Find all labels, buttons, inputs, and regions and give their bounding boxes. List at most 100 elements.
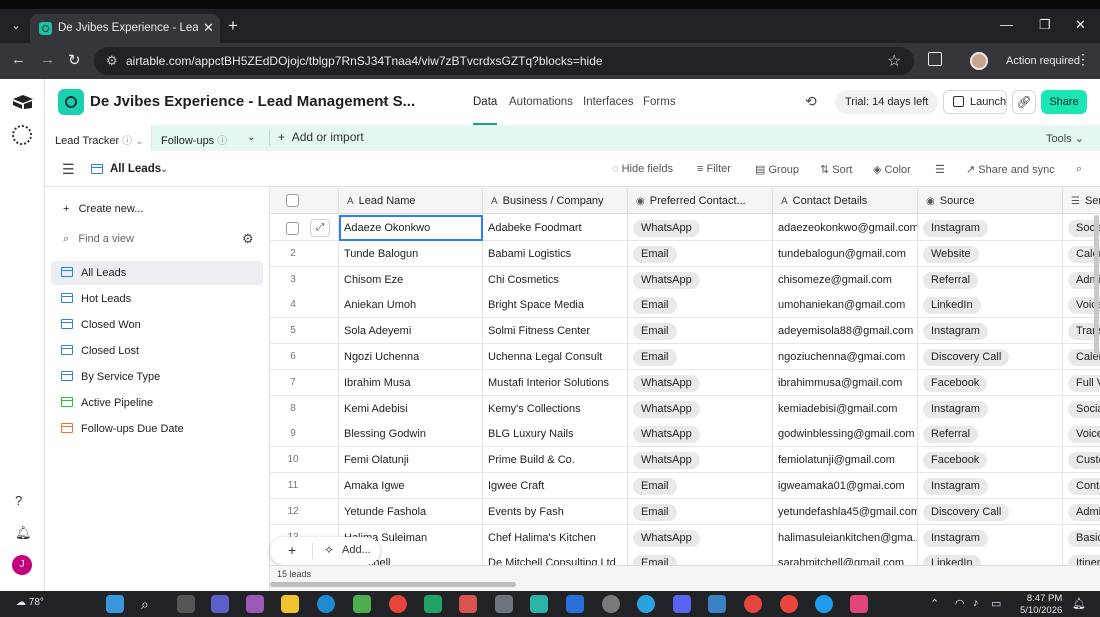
add-record-icon[interactable]: +	[288, 542, 296, 558]
column-header-business[interactable]: A Business / Company	[483, 187, 628, 214]
table-row[interactable]: 6 Ngozi Uchenna Uchenna Legal Consult Email…	[270, 344, 1100, 370]
profile-avatar[interactable]	[970, 52, 988, 70]
preferred-contact-cell[interactable]: WhatsApp	[628, 421, 773, 448]
contact-details-cell[interactable]: chisomeze@gmail.com	[773, 266, 918, 293]
forward-icon[interactable]: →	[40, 51, 55, 68]
info-icon[interactable]: ⓘ	[217, 136, 227, 147]
source-cell[interactable]: Discovery Call	[918, 498, 1063, 525]
horizontal-scrollbar[interactable]	[270, 582, 516, 587]
tab-lead-tracker[interactable]: Lead Tracker ⓘ ⌄	[45, 125, 152, 152]
sidebar-item-follow-ups-due-date[interactable]: Follow-ups Due Date	[51, 417, 263, 441]
info-icon[interactable]: ⓘ	[122, 136, 132, 147]
row-number-cell[interactable]: ⤢	[270, 215, 339, 241]
business-cell[interactable]: BLG Luxury Nails	[483, 421, 628, 448]
source-cell[interactable]: Facebook	[918, 447, 1063, 474]
tables-chevron-down-icon[interactable]: ⌄	[247, 132, 255, 143]
business-cell[interactable]: Bright Space Media	[483, 292, 628, 319]
table-row[interactable]: 9 Blessing Godwin BLG Luxury Nails WhatsApp…	[270, 421, 1100, 448]
table-row[interactable]: 8 Kemi Adebisi Kemy's Collections WhatsApp k…	[270, 395, 1100, 422]
notifications-bell-icon[interactable]: 🔔︎	[15, 525, 32, 541]
business-cell[interactable]: Chi Cosmetics	[483, 266, 628, 293]
lead-name-cell[interactable]: Aniekan Umoh	[339, 292, 483, 319]
search-icon[interactable]: ⌕	[1076, 163, 1082, 176]
launch-button[interactable]: Launch	[943, 90, 1007, 114]
start-menu-icon[interactable]	[106, 595, 124, 613]
service-cell[interactable]: Social	[1063, 396, 1100, 422]
row-number-cell[interactable]: 7	[270, 369, 339, 396]
row-number-cell[interactable]: 11	[270, 473, 339, 499]
preferred-contact-cell[interactable]: WhatsApp	[628, 215, 773, 241]
chevron-down-icon[interactable]: ⌄	[379, 93, 388, 106]
lead-name-cell[interactable]: Ibrahim Musa	[339, 369, 483, 396]
preferred-contact-cell[interactable]: WhatsApp	[628, 447, 773, 474]
source-cell[interactable]: LinkedIn	[918, 292, 1063, 319]
telegram-icon[interactable]	[637, 595, 655, 613]
close-tab-icon[interactable]: ✕	[203, 20, 214, 36]
chrome-icon[interactable]	[389, 595, 407, 613]
lead-name-cell[interactable]: Sola Adeyemi	[339, 318, 483, 345]
source-cell[interactable]: Discovery Call	[918, 344, 1063, 370]
tab-follow-ups[interactable]: Follow-ups ⓘ	[161, 132, 227, 147]
row-checkbox[interactable]	[286, 222, 299, 235]
source-cell[interactable]: Website	[918, 240, 1063, 267]
table-row[interactable]: 4 Aniekan Umoh Bright Space Media Email umoh…	[270, 292, 1100, 319]
chevron-down-icon[interactable]: ⌄	[135, 136, 143, 147]
nav-forms[interactable]: Forms	[643, 96, 676, 108]
view-name[interactable]: All Leads	[110, 163, 161, 175]
create-new-view-button[interactable]: + Create new...	[63, 203, 143, 215]
preferred-contact-cell[interactable]: Email	[628, 498, 773, 525]
select-all-checkbox[interactable]	[286, 194, 299, 207]
service-cell[interactable]: Basic	[1063, 525, 1100, 551]
browser-menu-icon[interactable]: ⋮	[1076, 51, 1090, 68]
source-cell[interactable]: Referral	[918, 266, 1063, 293]
contact-details-cell[interactable]: yetundefashla45@gmail.com	[773, 498, 918, 525]
lead-name-cell[interactable]: Femi Olatunji	[339, 447, 483, 474]
contact-details-cell[interactable]: umohaniekan@gmail.com	[773, 292, 918, 319]
source-cell[interactable]: Instagram	[918, 215, 1063, 241]
share-and-sync-button[interactable]: ↗ Share and sync	[966, 163, 1055, 176]
row-number-cell[interactable]: 2	[270, 240, 339, 267]
connect-icon[interactable]	[708, 595, 726, 613]
business-cell[interactable]: Prime Build & Co.	[483, 447, 628, 474]
discord-icon[interactable]	[673, 595, 691, 613]
toggle-sidebar-icon[interactable]: ☰	[62, 161, 75, 178]
table-row[interactable]: 12 Yetunde Fashola Events by Fash Email yetu…	[270, 498, 1100, 525]
table-row[interactable]: ⤢ Adaeze Okonkwo Adabeke Foodmart WhatsApp a…	[270, 215, 1100, 241]
group-button[interactable]: ▤ Group	[755, 163, 799, 176]
contact-details-cell[interactable]: tundebalogun@gmail.com	[773, 240, 918, 267]
active-app-icon[interactable]	[850, 595, 868, 613]
row-number-cell[interactable]: 12	[270, 498, 339, 525]
lead-name-cell[interactable]: Adaeze Okonkwo	[339, 215, 483, 241]
contact-details-cell[interactable]: godwinblessing@gmail.com	[773, 421, 918, 448]
edge-icon[interactable]	[317, 595, 335, 613]
table-row[interactable]: 5 Sola Adeyemi Solmi Fitness Center Email ad…	[270, 318, 1100, 345]
add-or-import-button[interactable]: + Add or import	[278, 130, 364, 144]
settings-gear-icon[interactable]	[602, 595, 620, 613]
tab-search-icon[interactable]: ⌄	[6, 16, 26, 36]
sidebar-item-closed-won[interactable]: Closed Won	[51, 313, 263, 337]
source-cell[interactable]: Instagram	[918, 318, 1063, 345]
snipping-tool-icon[interactable]	[459, 595, 477, 613]
source-cell[interactable]: Facebook	[918, 369, 1063, 396]
source-cell[interactable]: Instagram	[918, 473, 1063, 499]
row-number-cell[interactable]: 9	[270, 421, 339, 448]
reload-icon[interactable]: ↻	[68, 51, 81, 69]
contact-details-cell[interactable]: igweamaka01@gmai.com	[773, 473, 918, 499]
business-cell[interactable]: Events by Fash	[483, 498, 628, 525]
business-cell[interactable]: Uchenna Legal Consult	[483, 344, 628, 370]
lead-name-cell[interactable]: Kemi Adebisi	[339, 395, 483, 422]
lead-name-cell[interactable]: Ngozi Uchenna	[339, 344, 483, 370]
sort-button[interactable]: ⇅ Sort	[820, 163, 852, 176]
store-icon[interactable]	[353, 595, 371, 613]
row-number-cell[interactable]: 5	[270, 318, 339, 345]
chrome-profile-icon[interactable]	[744, 595, 762, 613]
preferred-contact-cell[interactable]: Email	[628, 240, 773, 267]
copy-link-icon[interactable]: 🔗︎	[1012, 90, 1036, 114]
lead-name-cell[interactable]: Amaka Igwe	[339, 473, 483, 499]
lead-name-cell[interactable]: Chisom Eze	[339, 266, 483, 293]
table-row[interactable]: 11 Amaka Igwe Igwee Craft Email igweamaka01@…	[270, 473, 1100, 499]
preferred-contact-cell[interactable]: Email	[628, 344, 773, 370]
business-cell[interactable]: Igwee Craft	[483, 473, 628, 499]
copilot-icon[interactable]	[246, 595, 264, 613]
battery-icon[interactable]: ▭	[991, 597, 1001, 610]
